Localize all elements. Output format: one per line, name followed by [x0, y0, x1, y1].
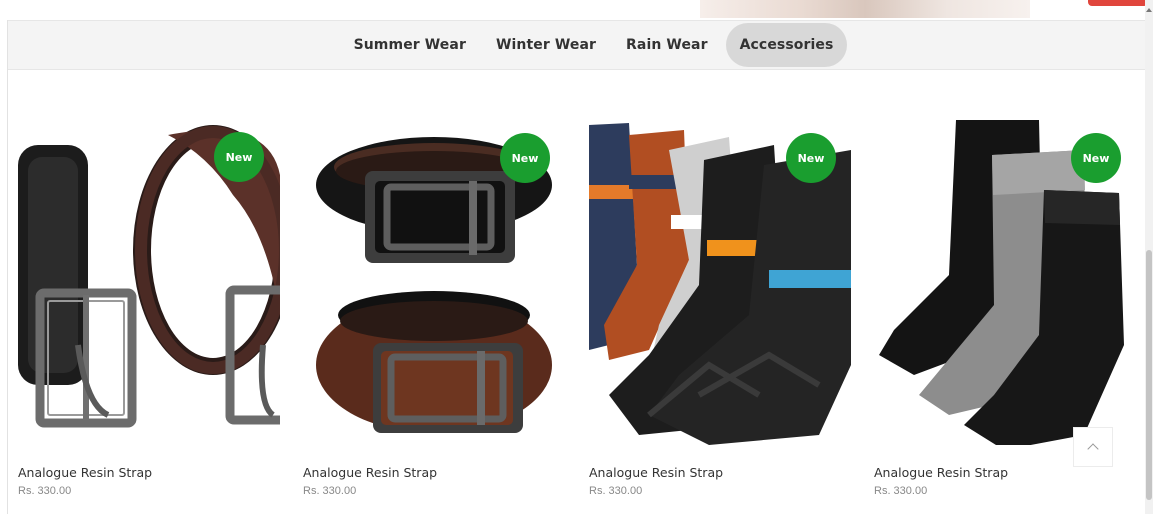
arrow-up-icon[interactable]: [1146, 8, 1152, 12]
tab-rain-wear[interactable]: Rain Wear: [614, 23, 720, 67]
tab-accessories[interactable]: Accessories: [725, 23, 848, 67]
category-tabs: Summer Wear Winter Wear Rain Wear Access…: [8, 20, 1145, 70]
new-badge: New: [214, 132, 264, 182]
new-badge: New: [1071, 133, 1121, 183]
product-name[interactable]: Analogue Resin Strap: [18, 465, 152, 480]
top-banner-strip: [0, 0, 1153, 20]
product-card[interactable]: New Analogue Resin Strap Rs. 330.00: [18, 115, 288, 510]
chevron-up-icon: [1087, 443, 1099, 455]
product-card[interactable]: New Analogue Resin Strap Rs. 330.00: [589, 115, 859, 510]
tab-winter-wear[interactable]: Winter Wear: [484, 23, 608, 67]
banner-image-fragment: [700, 0, 1030, 18]
product-price: Rs. 330.00: [589, 485, 643, 497]
tab-summer-wear[interactable]: Summer Wear: [342, 23, 478, 67]
scrollbar-thumb[interactable]: [1146, 250, 1152, 500]
new-badge: New: [786, 133, 836, 183]
page-scrollbar[interactable]: [1145, 0, 1153, 514]
new-badge: New: [500, 133, 550, 183]
product-price: Rs. 330.00: [874, 485, 928, 497]
back-to-top-button[interactable]: [1073, 427, 1113, 467]
product-price: Rs. 330.00: [18, 485, 72, 497]
product-card[interactable]: New Analogue Resin Strap Rs. 330.00: [303, 115, 573, 510]
product-name[interactable]: Analogue Resin Strap: [303, 465, 437, 480]
product-name[interactable]: Analogue Resin Strap: [874, 465, 1008, 480]
header-action-edge[interactable]: [1088, 0, 1148, 6]
product-name[interactable]: Analogue Resin Strap: [589, 465, 723, 480]
product-price: Rs. 330.00: [303, 485, 357, 497]
